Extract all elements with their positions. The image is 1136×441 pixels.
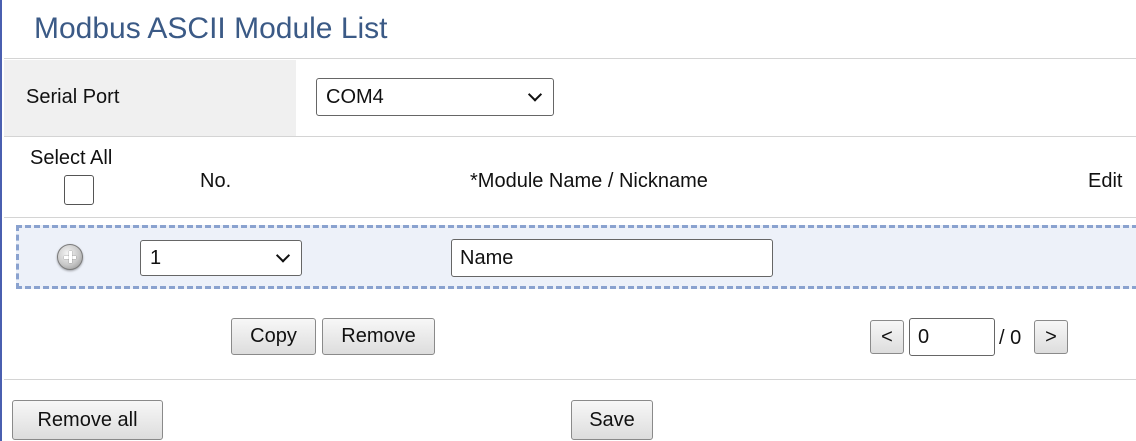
serial-port-label-cell: Serial Port bbox=[4, 60, 296, 136]
select-all-checkbox[interactable] bbox=[64, 175, 94, 205]
column-header-edit: Edit bbox=[1088, 170, 1123, 192]
module-no-select[interactable]: 1 bbox=[140, 240, 302, 276]
table-header: Select All No. *Module Name / Nickname E… bbox=[4, 137, 1136, 217]
module-list-panel: Modbus ASCII Module List Serial Port COM… bbox=[0, 0, 1136, 441]
prev-page-button[interactable]: < bbox=[870, 320, 904, 354]
serial-port-label: Serial Port bbox=[26, 86, 120, 108]
new-module-row: 1 bbox=[16, 225, 1136, 289]
page-title: Modbus ASCII Module List bbox=[34, 12, 388, 45]
plus-circle-icon[interactable] bbox=[57, 244, 83, 270]
column-header-no: No. bbox=[200, 170, 232, 192]
serial-port-value-cell: COM4 bbox=[296, 60, 1136, 136]
module-no-select-wrap[interactable]: 1 bbox=[140, 240, 302, 276]
remove-all-button[interactable]: Remove all bbox=[12, 400, 163, 440]
page-number-input[interactable] bbox=[909, 318, 995, 356]
next-page-button[interactable]: > bbox=[1034, 320, 1068, 354]
remove-button[interactable]: Remove bbox=[322, 318, 435, 355]
module-name-input[interactable] bbox=[451, 239, 773, 277]
page-header: Modbus ASCII Module List bbox=[4, 0, 1136, 59]
page-total: / 0 bbox=[999, 327, 1022, 349]
save-button[interactable]: Save bbox=[571, 400, 653, 440]
divider bbox=[4, 217, 1136, 218]
serial-port-row: Serial Port COM4 bbox=[4, 60, 1136, 136]
column-header-module-name: *Module Name / Nickname bbox=[470, 170, 708, 192]
copy-button[interactable]: Copy bbox=[231, 318, 316, 355]
serial-port-select-wrap[interactable]: COM4 bbox=[316, 78, 554, 116]
select-all-label: Select All bbox=[30, 147, 113, 169]
divider bbox=[4, 379, 1136, 380]
serial-port-select[interactable]: COM4 bbox=[316, 78, 554, 116]
